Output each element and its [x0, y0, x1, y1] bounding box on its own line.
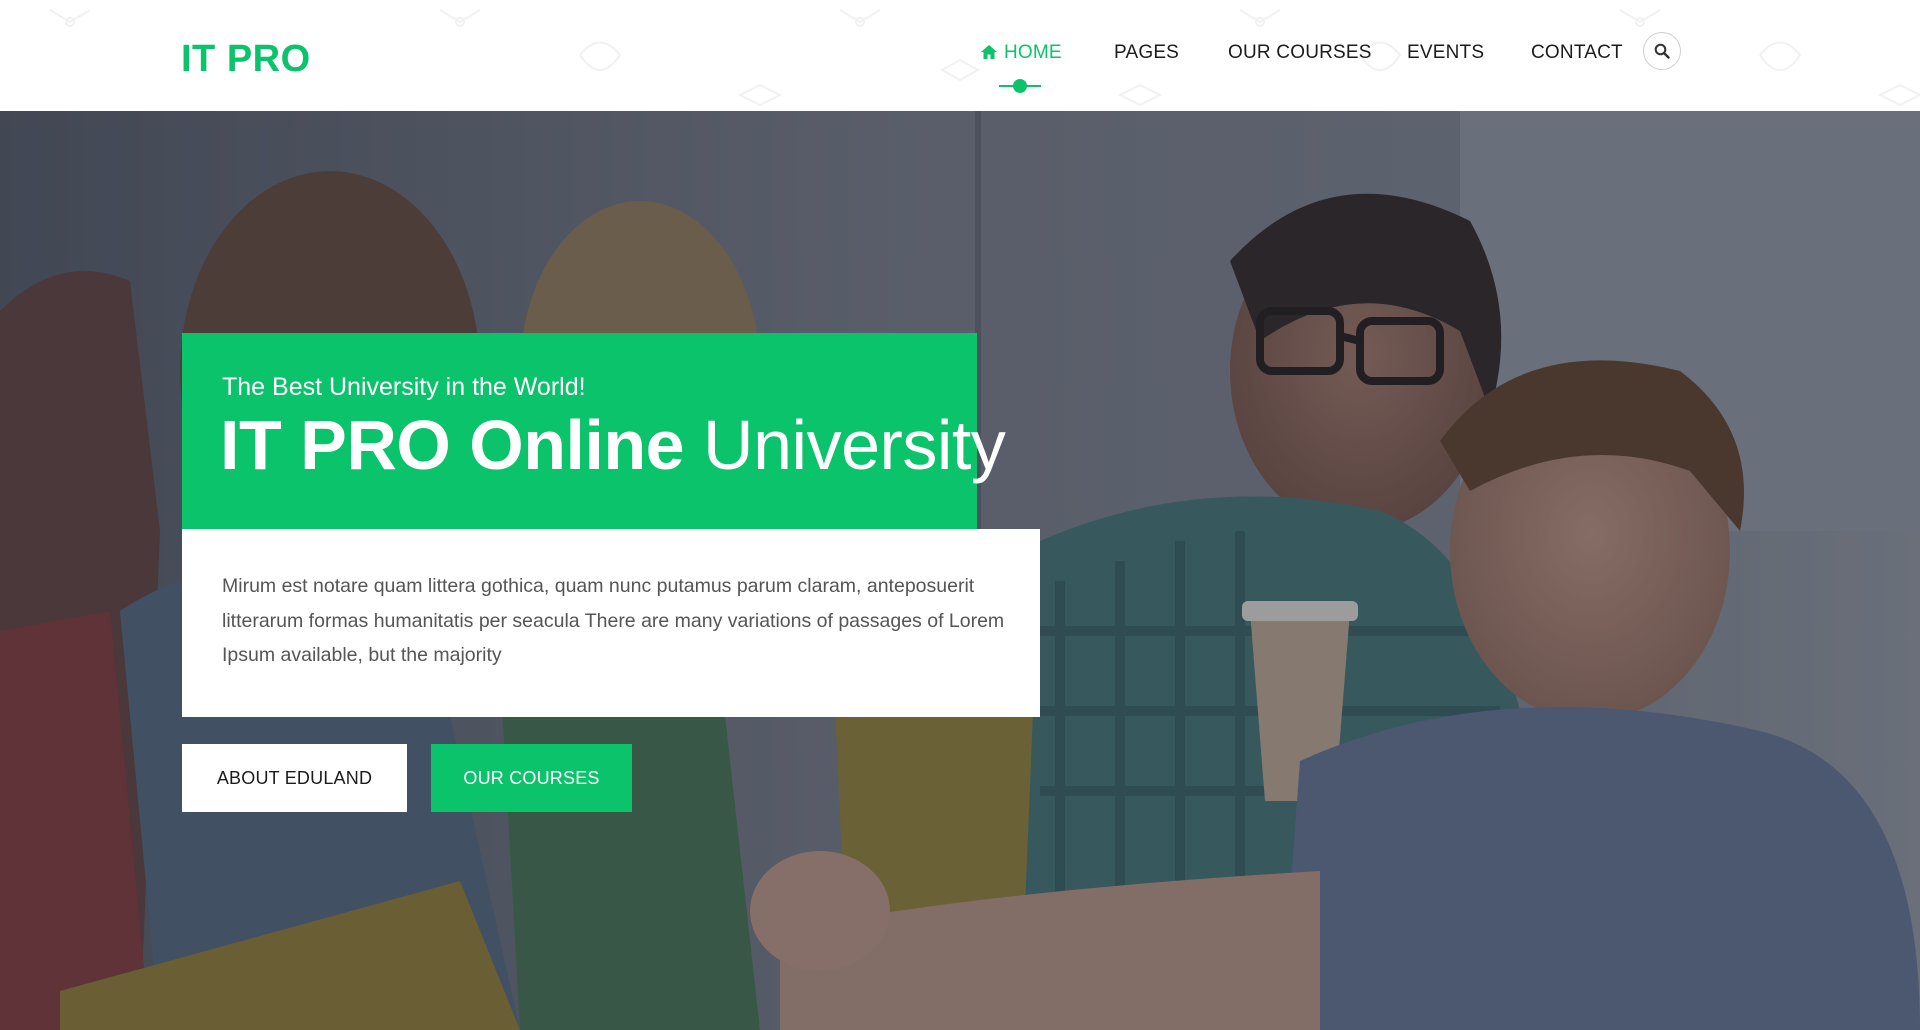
nav-item-label: EVENTS [1407, 42, 1485, 63]
nav-item-events[interactable]: EVENTS [1407, 42, 1484, 64]
search-icon [1654, 43, 1670, 59]
nav-item-home[interactable]: HOME [980, 42, 1062, 66]
site-header: IT PRO HOME PAGES OUR COURSES EVENTS CON… [0, 0, 1920, 111]
hero-title: IT PRO Online University [220, 405, 1006, 485]
nav-item-contact[interactable]: CONTACT [1531, 42, 1623, 64]
nav-item-pages[interactable]: PAGES [1114, 42, 1179, 64]
search-button[interactable] [1643, 32, 1681, 70]
hero-subtitle: The Best University in the World! [222, 373, 586, 401]
nav-item-our-courses[interactable]: OUR COURSES [1228, 42, 1372, 64]
hero-section: The Best University in the World! IT PRO… [0, 111, 1920, 1030]
about-eduland-button[interactable]: ABOUT EDULAND [182, 744, 407, 812]
nav-item-label: HOME [1004, 42, 1062, 63]
hero-title-box: The Best University in the World! IT PRO… [182, 333, 1006, 529]
nav-item-label: OUR COURSES [1228, 42, 1372, 63]
active-nav-indicator [999, 79, 1041, 93]
home-icon [980, 44, 998, 66]
our-courses-button[interactable]: OUR COURSES [431, 744, 632, 812]
main-nav: HOME PAGES OUR COURSES EVENTS CONTACT [0, 0, 1920, 111]
hero-description: Mirum est notare quam littera gothica, q… [222, 575, 1005, 666]
nav-item-label: CONTACT [1531, 42, 1623, 63]
hero-title-bold: IT PRO Online [220, 406, 685, 484]
hero-title-light: University [703, 406, 1006, 484]
hero-description-box: Mirum est notare quam littera gothica, q… [182, 529, 1040, 717]
nav-item-label: PAGES [1114, 42, 1180, 63]
